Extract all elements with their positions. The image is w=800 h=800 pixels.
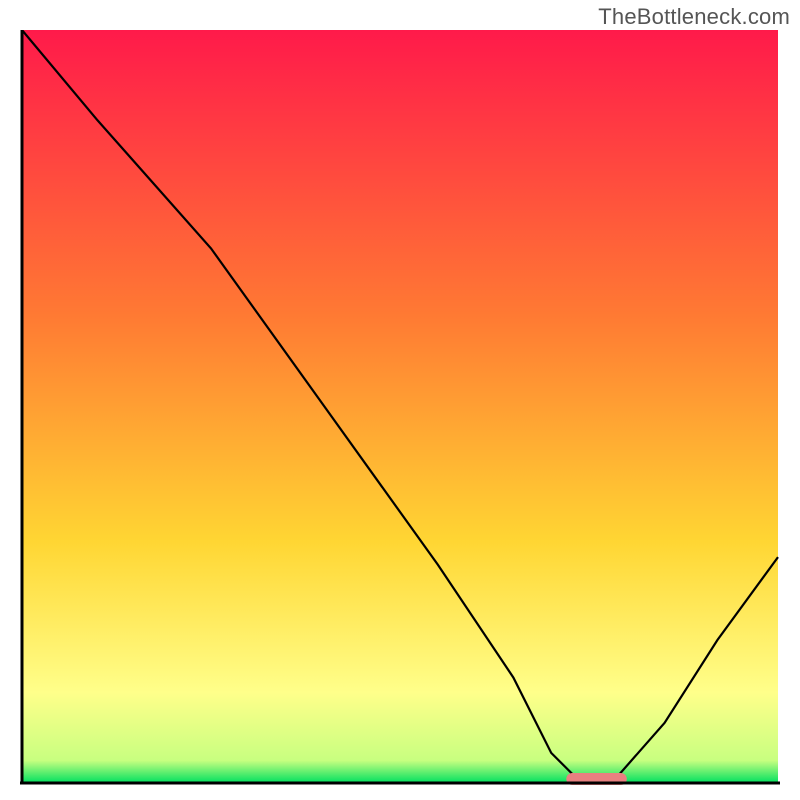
watermark-label: TheBottleneck.com [598, 4, 790, 30]
chart-container: TheBottleneck.com [0, 0, 800, 800]
chart-svg [20, 30, 780, 785]
gradient-background [22, 30, 778, 783]
plot-area [20, 30, 780, 785]
